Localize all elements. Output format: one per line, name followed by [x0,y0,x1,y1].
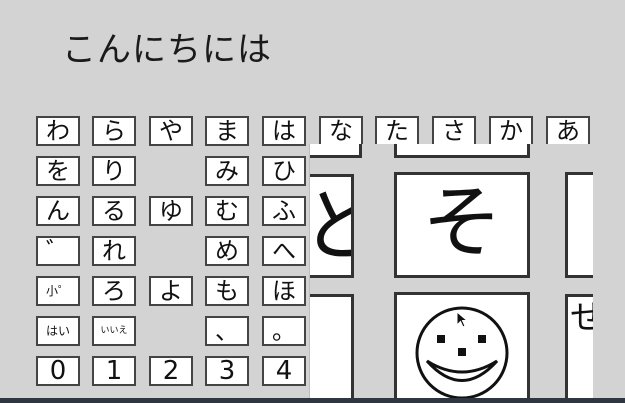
kana-key[interactable]: ひ [262,156,306,186]
zoom-cell-bottom-center[interactable] [394,292,530,403]
zoom-cell-center[interactable]: そ [394,172,530,278]
kana-key[interactable]: ほ [262,276,306,306]
kana-key[interactable]: 。 [262,316,306,346]
kana-key[interactable]: む [205,196,249,226]
kana-key[interactable]: ら [92,116,136,146]
kana-key[interactable]: ま [205,116,249,146]
zoom-cell-left[interactable]: と [310,174,354,278]
kana-key[interactable]: さ [432,116,476,146]
kana-key[interactable]: いいえ [92,316,136,346]
kana-key[interactable]: 、 [205,316,249,346]
kana-key[interactable]: も [205,276,249,306]
kana-key[interactable]: ふ [262,196,306,226]
kana-key[interactable]: ろ [92,276,136,306]
zoom-cell-right[interactable] [565,172,593,278]
kana-key[interactable]: へ [262,236,306,266]
zoom-partial-right-char: せ [570,301,593,335]
kana-key[interactable]: を [36,156,80,186]
kana-key[interactable]: や [149,116,193,146]
kana-key[interactable]: れ [92,236,136,266]
kana-key[interactable]: る [92,196,136,226]
kana-key[interactable]: 2 [149,356,193,386]
kana-key[interactable]: は [262,116,306,146]
kana-key[interactable]: はい [36,316,80,346]
kana-key[interactable]: 3 [205,356,249,386]
kana-key[interactable]: り [92,156,136,186]
bottom-bar [0,398,625,403]
zoom-cell-top-center [394,144,530,158]
zoom-cell-bottom-right[interactable]: せ [565,294,593,403]
kana-key[interactable]: か [489,116,533,146]
zoom-cell-top-left [310,144,362,158]
zoom-cell-bottom-left[interactable] [310,294,354,403]
kana-key[interactable]: み [205,156,249,186]
magnifier-overlay: と そ せ [310,144,593,403]
kana-key[interactable]: た [375,116,419,146]
mouse-cursor-icon [456,311,469,328]
kana-key[interactable]: ん [36,196,80,226]
kana-key[interactable]: な [319,116,363,146]
kana-key[interactable]: 1 [92,356,136,386]
kana-key[interactable]: め [205,236,249,266]
kana-key[interactable]: ゛ [36,236,80,266]
kana-key[interactable]: あ [546,116,590,146]
kana-key[interactable]: 0 [36,356,80,386]
kana-key[interactable]: 小゜ [36,276,80,306]
zoom-partial-left-char: と [310,187,351,267]
kana-key[interactable]: よ [149,276,193,306]
zoom-big-char: そ [422,176,502,269]
kana-key[interactable]: ゆ [149,196,193,226]
kana-key[interactable]: 4 [262,356,306,386]
kana-key[interactable]: わ [36,116,80,146]
